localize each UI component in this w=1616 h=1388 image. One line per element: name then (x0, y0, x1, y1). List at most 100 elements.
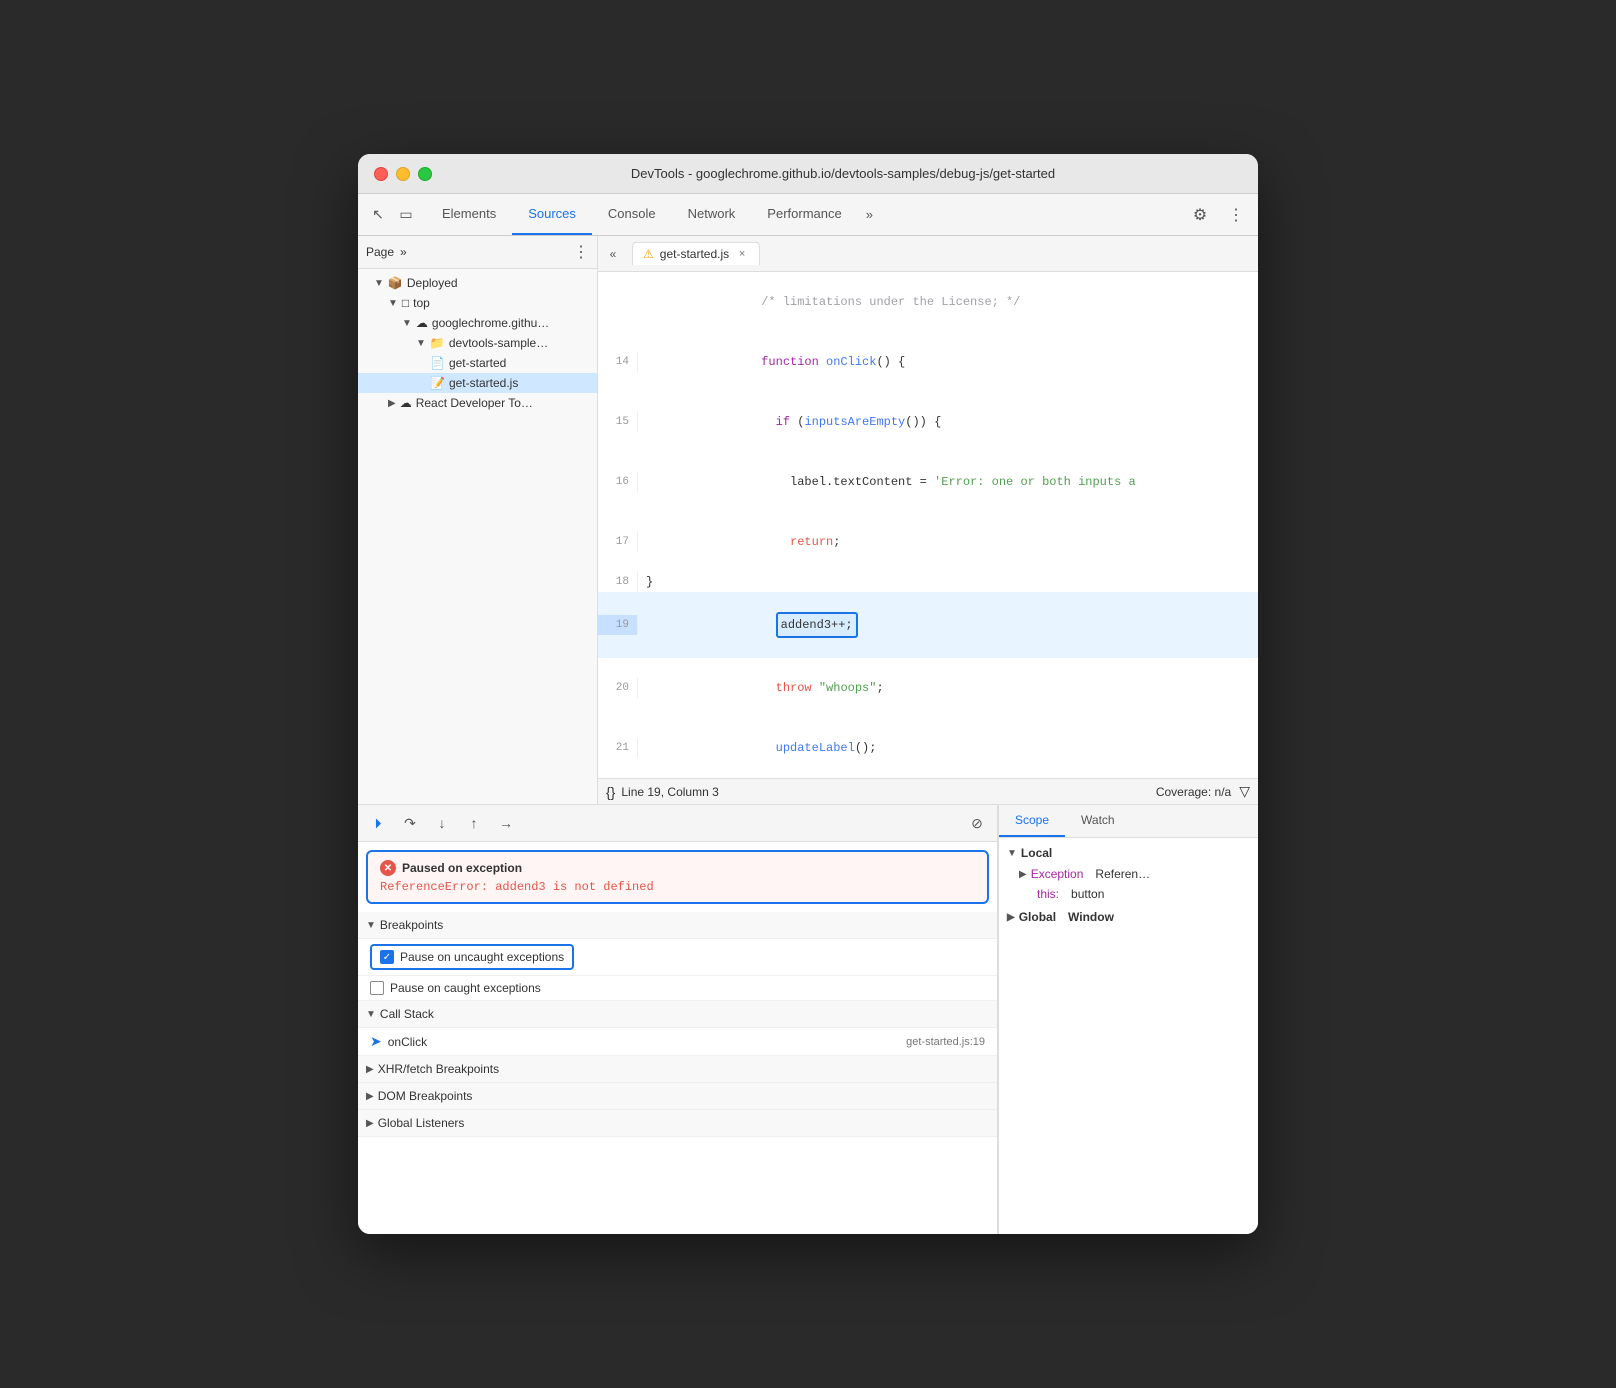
domain-icon: ☁ (416, 316, 428, 330)
frame-icon: □ (402, 296, 409, 310)
tree-arrow-deployed: ▼ (374, 278, 384, 289)
callstack-onclick-left: ➤ onClick (370, 1033, 427, 1050)
line-num-20: 20 (598, 678, 638, 698)
pause-caught-checkbox[interactable] (370, 981, 384, 995)
coverage-label: Coverage: n/a (1156, 785, 1231, 799)
react-icon: ☁ (400, 396, 412, 410)
tab-sources[interactable]: Sources (512, 194, 592, 235)
scope-tab-watch[interactable]: Watch (1065, 805, 1131, 837)
tree-item-googlechrome[interactable]: ▼ ☁ googlechrome.githu… (358, 313, 597, 333)
scope-exception-value: Referen… (1095, 867, 1150, 881)
status-left: {} Line 19, Column 3 (606, 784, 719, 800)
line-num-16: 16 (598, 472, 638, 492)
tree-label-get-started-js: get-started.js (449, 376, 518, 390)
tab-console[interactable]: Console (592, 194, 672, 235)
settings-icon[interactable]: ⚙ (1186, 201, 1214, 229)
line-code-16: label.textContent = 'Error: one or both … (646, 452, 1258, 512)
step-button[interactable]: → (494, 811, 518, 835)
go-back-icon[interactable]: « (602, 243, 624, 265)
dom-breakpoints-header[interactable]: ▶ DOM Breakpoints (358, 1083, 997, 1110)
pause-uncaught-checkbox[interactable] (380, 950, 394, 964)
tree-item-react[interactable]: ▶ ☁ React Developer To… (358, 393, 597, 413)
tree-label-top: top (413, 296, 430, 310)
code-line-14: 14 function onClick() { (598, 332, 1258, 392)
global-arrow: ▶ (366, 1118, 374, 1129)
callstack-onclick-name: onClick (388, 1035, 427, 1049)
device-icon[interactable]: ▭ (394, 203, 418, 227)
minimize-button[interactable] (396, 167, 410, 181)
callstack-onclick[interactable]: ➤ onClick get-started.js:19 (358, 1028, 997, 1056)
tab-performance[interactable]: Performance (751, 194, 857, 235)
editor-tabs: « ⚠ get-started.js × (598, 236, 1258, 272)
step-into-button[interactable]: ↓ (430, 811, 454, 835)
scope-exception-name: Exception (1031, 867, 1084, 881)
exception-expand-icon: ▶ (1019, 869, 1027, 880)
close-button[interactable] (374, 167, 388, 181)
traffic-lights (374, 167, 432, 181)
status-position: Line 19, Column 3 (621, 785, 718, 799)
cursor-icon[interactable]: ↖ (366, 203, 390, 227)
step-out-button[interactable]: ↑ (462, 811, 486, 835)
sidebar-more-icon[interactable]: » (400, 245, 407, 259)
scope-exception-item[interactable]: ▶ Exception Referen… (999, 864, 1258, 884)
tree-item-devtools-samples[interactable]: ▼ 📁 devtools-sample… (358, 333, 597, 353)
tree-label-googlechrome: googlechrome.githu… (432, 316, 549, 330)
scope-tab-scope[interactable]: Scope (999, 805, 1065, 837)
warning-icon: ⚠ (643, 247, 654, 261)
curly-braces-icon: {} (606, 784, 615, 800)
scope-this-item: this: button (999, 884, 1258, 904)
tree-item-top[interactable]: ▼ □ top (358, 293, 597, 313)
code-lines: /* limitations under the License; */ 14 … (598, 272, 1258, 778)
scope-global-section: ▶ Global Window (999, 906, 1258, 928)
close-tab-button[interactable]: × (735, 247, 749, 261)
code-line-16: 16 label.textContent = 'Error: one or bo… (598, 452, 1258, 512)
callstack-label: Call Stack (380, 1007, 434, 1021)
scope-global-header[interactable]: ▶ Global Window (999, 906, 1258, 928)
maximize-button[interactable] (418, 167, 432, 181)
scope-local-header[interactable]: ▼ Local (999, 842, 1258, 864)
code-line-17: 17 return; (598, 512, 1258, 572)
tree-item-deployed[interactable]: ▼ 📦 Deployed (358, 273, 597, 293)
tree-label-devtools: devtools-sample… (449, 336, 548, 350)
content-area: Page » ⋮ ▼ 📦 Deployed ▼ □ (358, 236, 1258, 1234)
tab-elements[interactable]: Elements (426, 194, 512, 235)
tree-label-deployed: Deployed (407, 276, 458, 290)
code-editor[interactable]: /* limitations under the License; */ 14 … (598, 272, 1258, 778)
tab-network[interactable]: Network (672, 194, 752, 235)
scope-global-label: Global (1019, 910, 1056, 924)
exception-panel: ✕ Paused on exception ReferenceError: ad… (366, 850, 989, 904)
global-label: Global Listeners (378, 1116, 465, 1130)
sidebar-dots-icon[interactable]: ⋮ (573, 242, 589, 262)
tab-bar: ↖ ▭ Elements Sources Console Network Per… (358, 194, 1258, 236)
breakpoints-header[interactable]: ▼ Breakpoints (358, 912, 997, 939)
line-code-21: updateLabel(); (646, 718, 1258, 778)
debugger-panel: ⏵ ↷ ↓ ↑ → ⊘ ✕ Paused on exception Refere… (358, 805, 998, 1234)
scope-exception-expandable: ▶ Exception Referen… (1019, 867, 1150, 881)
xhr-label: XHR/fetch Breakpoints (378, 1062, 499, 1076)
resume-button[interactable]: ⏵ (366, 811, 390, 835)
xhr-breakpoints-header[interactable]: ▶ XHR/fetch Breakpoints (358, 1056, 997, 1083)
more-options-icon[interactable]: ⋮ (1222, 201, 1250, 229)
debugger-toolbar: ⏵ ↷ ↓ ↑ → ⊘ (358, 805, 997, 842)
code-line-18: 18 } (598, 572, 1258, 592)
scope-this-name: this: (1037, 887, 1059, 901)
pause-caught-wrapper: Pause on caught exceptions (370, 981, 541, 995)
status-bar: {} Line 19, Column 3 Coverage: n/a ▽ (598, 778, 1258, 804)
callstack-header[interactable]: ▼ Call Stack (358, 1001, 997, 1028)
deactivate-breakpoints-button[interactable]: ⊘ (965, 811, 989, 835)
tree-item-get-started-js[interactable]: 📝 get-started.js (358, 373, 597, 393)
coverage-icon[interactable]: ▽ (1239, 783, 1250, 800)
step-over-button[interactable]: ↷ (398, 811, 422, 835)
editor-file-tab[interactable]: ⚠ get-started.js × (632, 242, 760, 265)
exception-error-text: ReferenceError: addend3 is not defined (380, 880, 975, 894)
tab-more[interactable]: » (858, 207, 881, 222)
tree-arrow-top: ▼ (388, 298, 398, 309)
window-title: DevTools - googlechrome.github.io/devtoo… (444, 166, 1242, 181)
file-tree: ▼ 📦 Deployed ▼ □ top ▼ ☁ googlechrome (358, 269, 597, 804)
exception-title: ✕ Paused on exception (380, 860, 975, 876)
callstack-onclick-file: get-started.js:19 (906, 1036, 985, 1048)
scope-local-label: Local (1021, 846, 1052, 860)
tree-item-get-started[interactable]: 📄 get-started (358, 353, 597, 373)
line-code-19: addend3++; (646, 592, 1258, 658)
global-listeners-header[interactable]: ▶ Global Listeners (358, 1110, 997, 1137)
